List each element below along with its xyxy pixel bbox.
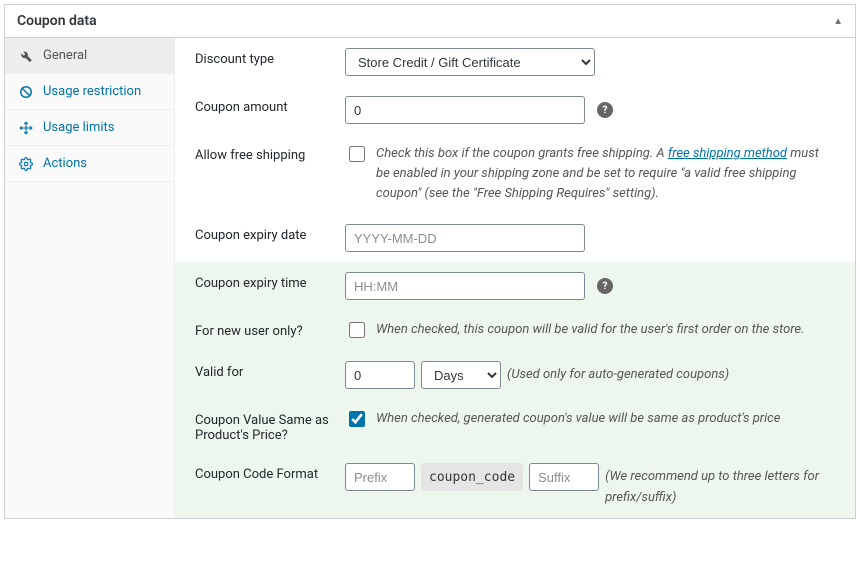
label-code-format: Coupon Code Format (195, 463, 345, 482)
new-user-checkbox[interactable] (349, 322, 365, 338)
free-shipping-desc: Check this box if the coupon grants free… (376, 144, 835, 204)
expiry-time-input[interactable] (345, 272, 585, 300)
expiry-date-input[interactable] (345, 224, 585, 252)
valid-for-unit-select[interactable]: Days (421, 361, 501, 389)
code-format-note: (We recommend up to three letters for pr… (605, 463, 835, 507)
discount-type-select[interactable]: Store Credit / Gift Certificate (345, 48, 595, 76)
label-new-user: For new user only? (195, 320, 345, 339)
label-expiry-date: Coupon expiry date (195, 224, 345, 243)
content-area: Discount type Store Credit / Gift Certif… (175, 38, 855, 518)
wrench-icon (17, 49, 35, 63)
same-as-price-checkbox[interactable] (349, 411, 365, 427)
sidebar-item-actions[interactable]: Actions (5, 146, 174, 182)
sidebar-item-label: General (43, 48, 87, 63)
new-user-desc: When checked, this coupon will be valid … (376, 320, 804, 340)
valid-for-note: (Used only for auto-generated coupons) (507, 361, 835, 385)
label-discount-type: Discount type (195, 48, 345, 67)
coupon-amount-input[interactable] (345, 96, 585, 124)
prefix-input[interactable] (345, 463, 415, 491)
row-expiry-date: Coupon expiry date (175, 214, 855, 262)
sidebar: General Usage restriction Usage limits (5, 38, 175, 518)
free-shipping-link[interactable]: free shipping method (668, 146, 787, 161)
panel-body: General Usage restriction Usage limits (5, 38, 855, 518)
label-free-shipping: Allow free shipping (195, 144, 345, 163)
row-new-user: For new user only? When checked, this co… (175, 310, 855, 351)
label-expiry-time: Coupon expiry time (195, 272, 345, 291)
row-code-format: Coupon Code Format coupon_code (We recom… (175, 453, 855, 517)
move-icon (17, 121, 35, 135)
gear-icon (17, 157, 35, 171)
row-free-shipping: Allow free shipping Check this box if th… (175, 134, 855, 214)
sidebar-item-label: Usage restriction (43, 84, 141, 99)
label-valid-for: Valid for (195, 361, 345, 380)
free-shipping-checkbox[interactable] (349, 146, 365, 162)
row-coupon-amount: Coupon amount ? (175, 86, 855, 134)
row-discount-type: Discount type Store Credit / Gift Certif… (175, 38, 855, 86)
sidebar-item-usage-restriction[interactable]: Usage restriction (5, 74, 174, 110)
sidebar-item-label: Actions (43, 156, 87, 171)
panel-title: Coupon data (17, 13, 97, 29)
sidebar-item-usage-limits[interactable]: Usage limits (5, 110, 174, 146)
help-icon[interactable]: ? (597, 278, 613, 294)
coupon-code-chip: coupon_code (421, 463, 523, 491)
row-same-as-price: Coupon Value Same as Product's Price? Wh… (175, 399, 855, 453)
coupon-data-panel: Coupon data ▲ General Usage restriction (4, 4, 856, 519)
row-expiry-time: Coupon expiry time ? (175, 262, 855, 310)
same-as-price-desc: When checked, generated coupon's value w… (376, 409, 780, 429)
row-valid-for: Valid for Days (Used only for auto-gener… (175, 351, 855, 399)
ban-icon (17, 85, 35, 99)
sidebar-item-label: Usage limits (43, 120, 114, 135)
sidebar-item-general[interactable]: General (5, 38, 174, 74)
suffix-input[interactable] (529, 463, 599, 491)
panel-header[interactable]: Coupon data ▲ (5, 5, 855, 38)
valid-for-input[interactable] (345, 361, 415, 389)
collapse-toggle-icon[interactable]: ▲ (833, 16, 843, 27)
label-coupon-amount: Coupon amount (195, 96, 345, 115)
label-same-as-price: Coupon Value Same as Product's Price? (195, 409, 345, 443)
help-icon[interactable]: ? (597, 102, 613, 118)
